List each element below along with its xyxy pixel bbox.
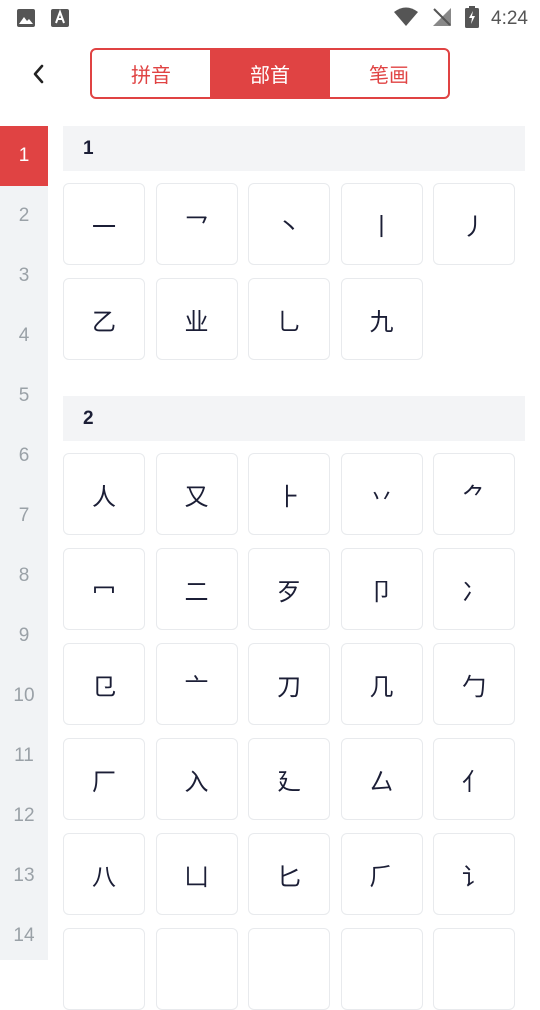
radical-cell[interactable]: ⺊ — [248, 453, 330, 535]
radical-cell[interactable]: 勹 — [433, 643, 515, 725]
radical-cell[interactable]: 又 — [155, 453, 238, 535]
index-item[interactable]: 14 — [0, 906, 48, 966]
index-item[interactable]: 3 — [0, 246, 48, 306]
radical-cell[interactable]: 匕 — [248, 833, 330, 915]
lookup-mode-tabs: 拼音 部首 笔画 — [90, 48, 450, 99]
radical-cell[interactable]: 丿 — [433, 183, 515, 265]
index-item[interactable]: 5 — [0, 366, 48, 426]
radical-cell[interactable]: 人 — [63, 453, 145, 535]
status-bar: 4:24 — [0, 0, 540, 36]
tab-stroke[interactable]: 笔画 — [330, 50, 448, 97]
radical-cell[interactable]: 凵 — [155, 833, 238, 915]
radical-cell[interactable]: 厂 — [63, 738, 145, 820]
index-item[interactable]: 6 — [0, 426, 48, 486]
radical-cell[interactable]: 亠 — [155, 643, 238, 725]
radical-cell[interactable]: 九 — [340, 278, 423, 360]
radical-cell[interactable]: ⺈ — [433, 453, 515, 535]
radical-cell[interactable]: ⺁ — [340, 833, 423, 915]
radical-cell[interactable]: 冫 — [433, 548, 515, 630]
index-item[interactable]: 1 — [0, 126, 48, 186]
stroke-count-index: 1 2 3 4 5 6 7 8 9 10 11 12 13 14 — [0, 126, 48, 960]
group-header: 1 — [63, 126, 525, 171]
radical-cell[interactable]: 二 — [155, 548, 238, 630]
index-item[interactable]: 12 — [0, 786, 48, 846]
index-item[interactable]: 7 — [0, 486, 48, 546]
index-item[interactable]: 8 — [0, 546, 48, 606]
index-item[interactable]: 2 — [0, 186, 48, 246]
radical-cell[interactable]: 乛 — [155, 183, 238, 265]
radical-cell[interactable]: 㔾 — [63, 643, 145, 725]
radical-cell[interactable]: 业 — [155, 278, 238, 360]
radical-cell[interactable]: 丨 — [340, 183, 423, 265]
radical-cell[interactable] — [433, 928, 515, 1010]
radical-cell[interactable]: 入 — [155, 738, 238, 820]
radical-cell[interactable] — [340, 928, 423, 1010]
index-item[interactable]: 4 — [0, 306, 48, 366]
radical-cell[interactable]: 歹 — [248, 548, 330, 630]
back-button[interactable] — [22, 56, 54, 92]
index-item[interactable]: 11 — [0, 726, 48, 786]
status-time: 4:24 — [491, 8, 528, 29]
radical-cell[interactable]: 乚 — [248, 278, 330, 360]
radical-cell[interactable]: 几 — [340, 643, 423, 725]
radical-list: 1 一 乛 丶 丨 丿 乙 业 乚 九 2 人 又 ⺊ 丷 ⺈ 冖 二 歹 卩 … — [63, 126, 525, 1010]
radical-cell[interactable]: 丷 — [340, 453, 423, 535]
tab-pinyin[interactable]: 拼音 — [92, 50, 211, 97]
tab-radical[interactable]: 部首 — [211, 50, 330, 97]
radical-cell[interactable]: 八 — [63, 833, 145, 915]
battery-charging-icon — [465, 6, 480, 32]
wifi-icon — [393, 6, 419, 32]
group-header: 2 — [63, 396, 525, 441]
radical-cell[interactable] — [63, 928, 145, 1010]
image-notification-icon — [16, 8, 36, 32]
chevron-left-icon — [33, 64, 44, 84]
radical-cell[interactable]: 讠 — [433, 833, 515, 915]
radical-cell[interactable]: 丶 — [248, 183, 330, 265]
radical-cell[interactable]: 厶 — [340, 738, 423, 820]
radical-cell[interactable]: 一 — [63, 183, 145, 265]
radical-group: 1 一 乛 丶 丨 丿 乙 业 乚 九 — [63, 126, 525, 360]
radical-cell[interactable]: 廴 — [248, 738, 330, 820]
radical-cell[interactable]: 卩 — [340, 548, 423, 630]
radical-grid: 一 乛 丶 丨 丿 乙 业 乚 九 — [63, 171, 525, 360]
radical-grid: 人 又 ⺊ 丷 ⺈ 冖 二 歹 卩 冫 㔾 亠 刀 几 勹 厂 入 廴 厶 亻 … — [63, 441, 525, 1010]
index-item[interactable]: 10 — [0, 666, 48, 726]
no-signal-icon — [431, 6, 453, 32]
index-item[interactable]: 13 — [0, 846, 48, 906]
radical-cell[interactable] — [248, 928, 330, 1010]
font-app-notification-icon — [50, 8, 70, 32]
radical-cell[interactable]: 乙 — [63, 278, 145, 360]
radical-cell[interactable]: 亻 — [433, 738, 515, 820]
index-item[interactable]: 9 — [0, 606, 48, 666]
radical-cell[interactable]: 刀 — [248, 643, 330, 725]
radical-cell[interactable]: 冖 — [63, 548, 145, 630]
radical-group: 2 人 又 ⺊ 丷 ⺈ 冖 二 歹 卩 冫 㔾 亠 刀 几 勹 厂 入 廴 厶 … — [63, 396, 525, 1010]
radical-cell[interactable] — [155, 928, 238, 1010]
